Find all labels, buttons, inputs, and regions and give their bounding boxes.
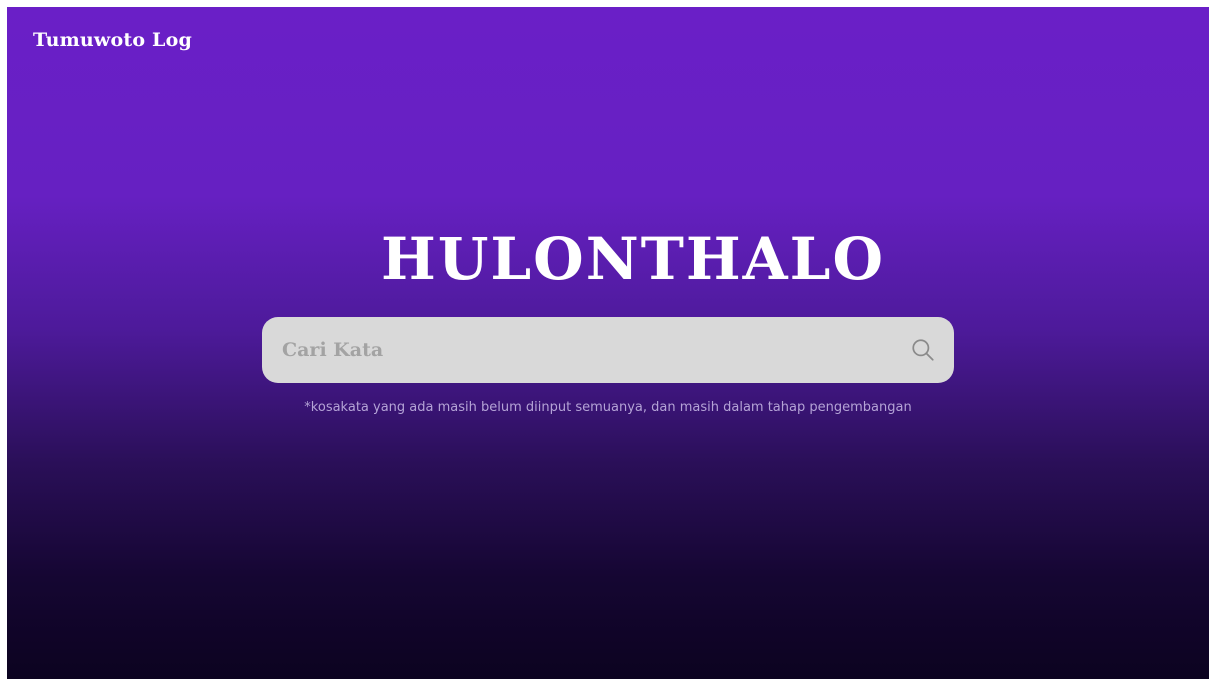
search-icon[interactable]: [910, 337, 936, 363]
disclaimer-note: *kosakata yang ada masih belum diinput s…: [304, 400, 912, 415]
page-background: Tumuwoto Log HULONTHALO *kosakata yang a…: [7, 7, 1209, 679]
page-title: HULONTHALO: [381, 225, 885, 293]
search-bar: [262, 317, 954, 383]
brand-logo-text[interactable]: Tumuwoto Log: [33, 29, 192, 51]
search-input[interactable]: [262, 317, 882, 383]
